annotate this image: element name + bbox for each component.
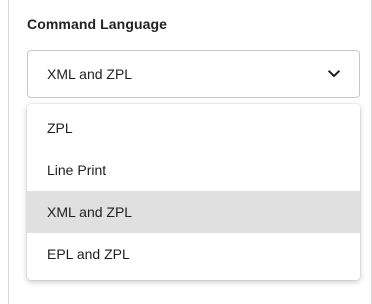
command-language-options-menu: ZPL Line Print XML and ZPL EPL and ZPL — [27, 104, 360, 280]
chevron-down-icon[interactable] — [327, 67, 341, 81]
selected-value: XML and ZPL — [47, 66, 133, 82]
option-epl-and-zpl[interactable]: EPL and ZPL — [27, 233, 360, 275]
option-zpl[interactable]: ZPL — [27, 107, 360, 149]
option-xml-and-zpl[interactable]: XML and ZPL — [27, 191, 360, 233]
option-line-print[interactable]: Line Print — [27, 149, 360, 191]
command-language-select[interactable]: XML and ZPL — [27, 50, 360, 98]
command-language-label: Command Language — [27, 16, 168, 32]
